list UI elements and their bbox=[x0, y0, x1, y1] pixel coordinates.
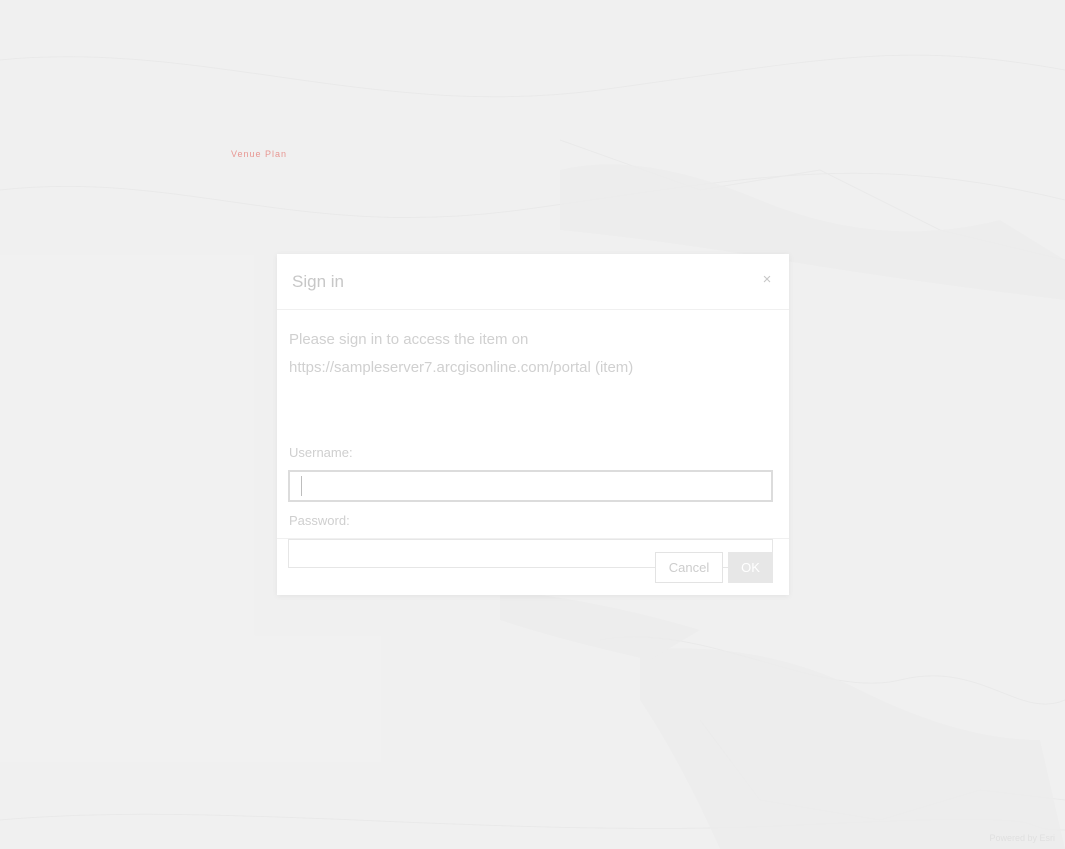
username-input[interactable] bbox=[288, 470, 773, 502]
text-caret bbox=[301, 476, 302, 496]
dialog-header: Sign in × bbox=[277, 254, 789, 310]
cancel-button[interactable]: Cancel bbox=[655, 552, 723, 583]
sign-in-message-line-2: https://sampleserver7.arcgisonline.com/p… bbox=[289, 359, 634, 376]
password-label: Password: bbox=[289, 513, 350, 528]
sign-in-dialog: Sign in × Please sign in to access the i… bbox=[277, 254, 789, 595]
username-label: Username: bbox=[289, 445, 353, 460]
close-icon[interactable]: × bbox=[759, 272, 775, 288]
sign-in-message: Please sign in to access the item on htt… bbox=[289, 326, 777, 382]
sign-in-message-line-1: Please sign in to access the item on bbox=[289, 331, 529, 348]
dialog-title: Sign in bbox=[292, 272, 344, 291]
ok-button[interactable]: OK bbox=[728, 552, 773, 583]
dialog-footer: Cancel OK bbox=[277, 538, 789, 596]
